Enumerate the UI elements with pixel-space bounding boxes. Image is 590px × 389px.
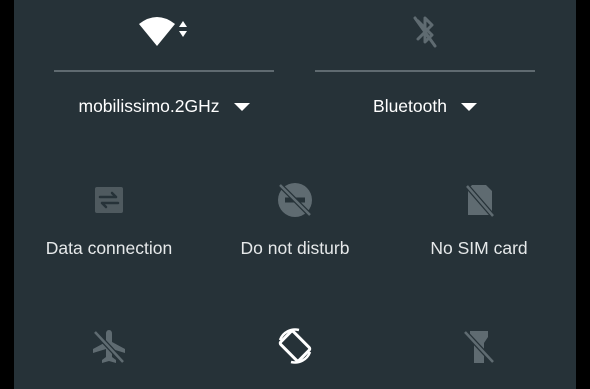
wifi-network-selector[interactable]: mobilissimo.2GHz [54, 93, 274, 119]
auto-rotate-icon [278, 328, 312, 364]
wifi-divider [54, 70, 274, 72]
bluetooth-selector[interactable]: Bluetooth [315, 93, 535, 119]
wifi-network-label[interactable]: mobilissimo.2GHz [79, 96, 220, 117]
wifi-tile[interactable]: mobilissimo.2GHz [54, 0, 274, 140]
bluetooth-label[interactable]: Bluetooth [373, 96, 447, 117]
data-up-arrow-icon [179, 21, 187, 27]
chevron-down-icon[interactable] [460, 102, 477, 111]
data-down-arrow-icon [179, 31, 187, 37]
bluetooth-tile[interactable]: Bluetooth [315, 0, 535, 140]
bluetooth-icon-container[interactable] [315, 10, 535, 54]
bluetooth-off-icon [413, 16, 437, 48]
bluetooth-divider [315, 70, 535, 72]
do-not-disturb-icon-container[interactable] [202, 180, 388, 220]
airplane-mode-off-icon [93, 330, 125, 364]
do-not-disturb-off-icon [278, 183, 312, 217]
auto-rotate-icon-container[interactable] [202, 326, 388, 366]
tile-label: Do not disturb [240, 238, 350, 258]
wifi-icon-container[interactable] [54, 10, 274, 54]
no-sim-card-icon-container[interactable] [386, 180, 572, 220]
wifi-signal-icon [139, 17, 187, 46]
chevron-down-icon[interactable] [233, 102, 250, 111]
tile-label: Data connection [45, 238, 173, 258]
flashlight-icon-container[interactable] [386, 326, 572, 366]
flashlight-off-icon [463, 330, 495, 364]
no-sim-card-icon [465, 184, 495, 218]
tile-label: No SIM card [430, 238, 528, 258]
data-connection-icon-container[interactable] [16, 180, 202, 220]
airplane-mode-icon-container[interactable] [16, 326, 202, 366]
quick-settings-panel: mobilissimo.2GHz Bluetooth Data connecti… [14, 0, 576, 389]
data-connection-icon [95, 187, 123, 213]
